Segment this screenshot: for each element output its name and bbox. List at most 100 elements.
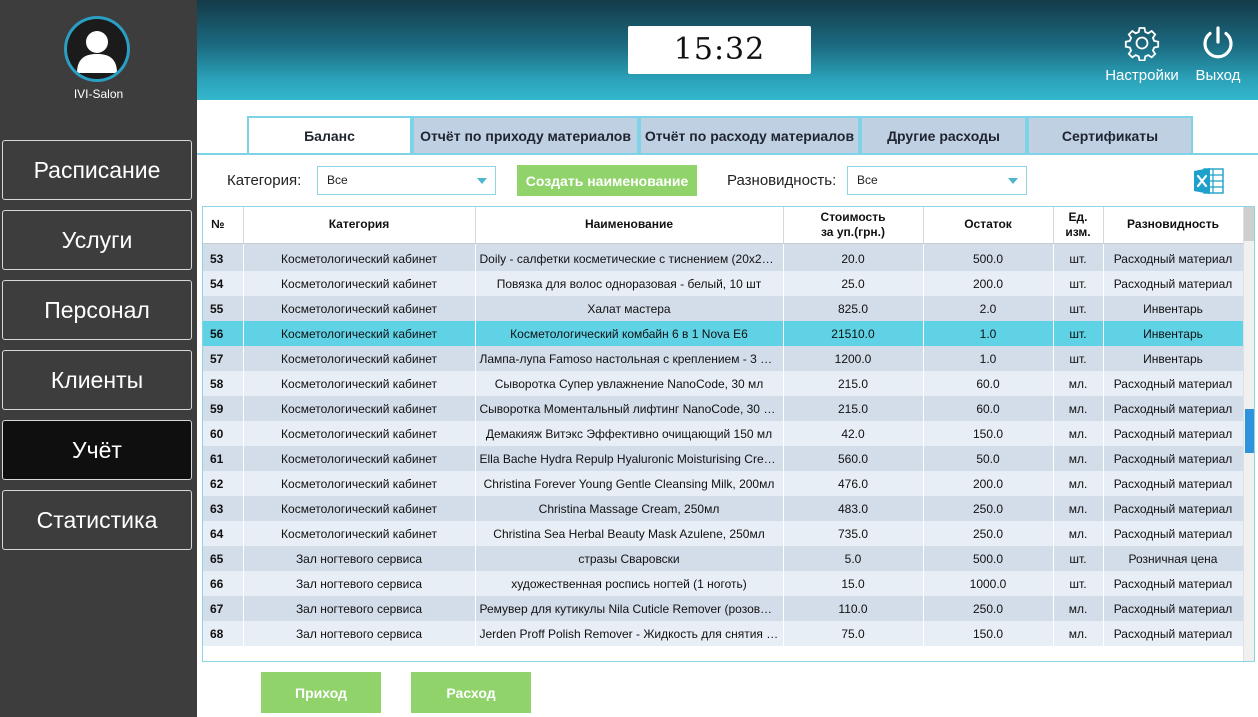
cell-variety: Расходный материал [1103, 246, 1244, 271]
cell-name: Christina Sea Herbal Beauty Mask Azulene… [475, 521, 784, 546]
column-header-remain[interactable]: Остаток [923, 207, 1054, 244]
table-row[interactable]: 62 Косметологический кабинет Christina For… [203, 471, 1244, 496]
cell-unit: шт. [1053, 546, 1104, 571]
cell-cost: 20.0 [783, 246, 924, 271]
cell-variety: Инвентарь [1103, 321, 1244, 346]
expense-button[interactable]: Расход [411, 672, 531, 713]
table-row[interactable]: 59 Косметологический кабинет Сыворотка Мом… [203, 396, 1244, 421]
table-row[interactable]: 66 Зал ногтевого сервиса художественная ро… [203, 571, 1244, 596]
cell-variety: Расходный материал [1103, 496, 1244, 521]
cell-name: Демакияж Витэкс Эффективно очищающий 150… [475, 421, 784, 446]
table-row[interactable]: 56 Косметологический кабинет Косметологиче… [203, 321, 1244, 346]
tab-other-expenses[interactable]: Другие расходы [860, 116, 1027, 154]
cell-remain: 500.0 [923, 246, 1054, 271]
cell-name: Лампа-лупа Famoso настольная с крепление… [475, 346, 784, 371]
cell-name: Christina Massage Cream, 250мл [475, 496, 784, 521]
excel-export-icon[interactable] [1193, 167, 1225, 195]
table-row[interactable]: 54 Косметологический кабинет Повязка для в… [203, 271, 1244, 296]
table-row[interactable]: 60 Косметологический кабинет Демакияж Витэ… [203, 421, 1244, 446]
nav-statistics-button[interactable]: Статистика [2, 490, 192, 550]
cell-unit: мл. [1053, 621, 1104, 646]
column-header-cost[interactable]: Стоимость за уп.(грн.) [783, 207, 924, 244]
nav-services-button[interactable]: Услуги [2, 210, 192, 270]
column-header-variety[interactable]: Разновидность [1103, 207, 1244, 244]
scrollbar-thumb[interactable] [1245, 409, 1254, 453]
column-header-number[interactable]: № [203, 207, 244, 244]
category-select[interactable]: Все [317, 166, 496, 195]
table-row[interactable]: 65 Зал ногтевого сервиса стразы Сваровски 5… [203, 546, 1244, 571]
cell-name: Ella Bache Hydra Repulp Hyaluronic Moist… [475, 446, 784, 471]
cell-cost: 483.0 [783, 496, 924, 521]
cell-num: 67 [203, 596, 244, 621]
cell-unit: мл. [1053, 371, 1104, 396]
table-row[interactable]: 64 Косметологический кабинет Christina Sea… [203, 521, 1244, 546]
gear-icon [1102, 25, 1182, 61]
cell-cost: 15.0 [783, 571, 924, 596]
nav-accounting-button[interactable]: Учёт [2, 420, 192, 480]
cell-unit: мл. [1053, 421, 1104, 446]
cell-name: Халат мастера [475, 296, 784, 321]
tab-income-report[interactable]: Отчёт по приходу материалов [412, 116, 639, 154]
cell-category: Косметологический кабинет [243, 521, 476, 546]
cell-variety: Расходный материал [1103, 446, 1244, 471]
cell-cost: 110.0 [783, 596, 924, 621]
cell-name: Сыворотка Моментальный лифтинг NanoCode,… [475, 396, 784, 421]
cell-variety: Расходный материал [1103, 521, 1244, 546]
table-scrollbar[interactable] [1243, 207, 1254, 661]
cell-category: Косметологический кабинет [243, 346, 476, 371]
tab-balance[interactable]: Баланс [247, 116, 412, 154]
column-header-unit[interactable]: Ед. изм. [1053, 207, 1104, 244]
table-row[interactable]: 57 Косметологический кабинет Лампа-лупа Fa… [203, 346, 1244, 371]
table-row[interactable]: 68 Зал ногтевого сервиса Jerden Proff Poli… [203, 621, 1244, 646]
table-row[interactable]: 58 Косметологический кабинет Сыворотка Суп… [203, 371, 1244, 396]
cell-num: 55 [203, 296, 244, 321]
avatar[interactable] [64, 16, 130, 82]
cost-header-line1: Стоимость [820, 209, 886, 224]
table-row[interactable]: 55 Косметологический кабинет Халат мастера… [203, 296, 1244, 321]
nav-staff-button[interactable]: Персонал [2, 280, 192, 340]
cell-category: Косметологический кабинет [243, 421, 476, 446]
exit-button[interactable]: Выход [1190, 25, 1246, 84]
power-icon [1190, 25, 1246, 61]
balance-grid: № Категория Наименование Стоимость за уп.… [203, 207, 1244, 646]
cell-name: Christina Forever Young Gentle Cleansing… [475, 471, 784, 496]
tab-expense-report[interactable]: Отчёт по расходу материалов [639, 116, 860, 154]
unit-header-line1: Ед. [1068, 209, 1088, 224]
cell-name: Doily - салфетки косметические с тиснени… [475, 246, 784, 271]
nav-schedule-button[interactable]: Расписание [2, 140, 192, 200]
cell-cost: 476.0 [783, 471, 924, 496]
table-row[interactable]: 53 Косметологический кабинет Doily - салфе… [203, 246, 1244, 271]
settings-button[interactable]: Настройки [1102, 25, 1182, 84]
column-header-category[interactable]: Категория [243, 207, 476, 244]
column-header-name[interactable]: Наименование [475, 207, 784, 244]
cell-category: Косметологический кабинет [243, 471, 476, 496]
cell-unit: мл. [1053, 521, 1104, 546]
sidebar: IVI-Salon Расписание Услуги Персонал Кли… [0, 0, 197, 717]
cell-cost: 21510.0 [783, 321, 924, 346]
cell-category: Косметологический кабинет [243, 371, 476, 396]
income-button[interactable]: Приход [261, 672, 381, 713]
cell-variety: Инвентарь [1103, 346, 1244, 371]
cell-remain: 150.0 [923, 621, 1054, 646]
cell-variety: Расходный материал [1103, 421, 1244, 446]
create-item-button[interactable]: Создать наименование [517, 165, 697, 196]
user-icon [67, 19, 127, 79]
cell-variety: Розничная цена [1103, 546, 1244, 571]
tab-certificates[interactable]: Сертификаты [1027, 116, 1193, 154]
cell-name: Сыворотка Супер увлажнение NanoCode, 30 … [475, 371, 784, 396]
cell-variety: Расходный материал [1103, 471, 1244, 496]
variety-select[interactable]: Все [847, 166, 1027, 195]
table-row[interactable]: 63 Косметологический кабинет Christina Mas… [203, 496, 1244, 521]
nav-clients-button[interactable]: Клиенты [2, 350, 192, 410]
cell-category: Косметологический кабинет [243, 246, 476, 271]
cell-num: 56 [203, 321, 244, 346]
table-row[interactable]: 61 Косметологический кабинет Ella Bache Hy… [203, 446, 1244, 471]
tabs-divider [197, 153, 1258, 155]
cell-num: 53 [203, 246, 244, 271]
table-row[interactable]: 67 Зал ногтевого сервиса Ремувер для кутик… [203, 596, 1244, 621]
cell-unit: мл. [1053, 396, 1104, 421]
cell-cost: 5.0 [783, 546, 924, 571]
cell-cost: 215.0 [783, 371, 924, 396]
cell-category: Косметологический кабинет [243, 396, 476, 421]
cell-unit: шт. [1053, 346, 1104, 371]
